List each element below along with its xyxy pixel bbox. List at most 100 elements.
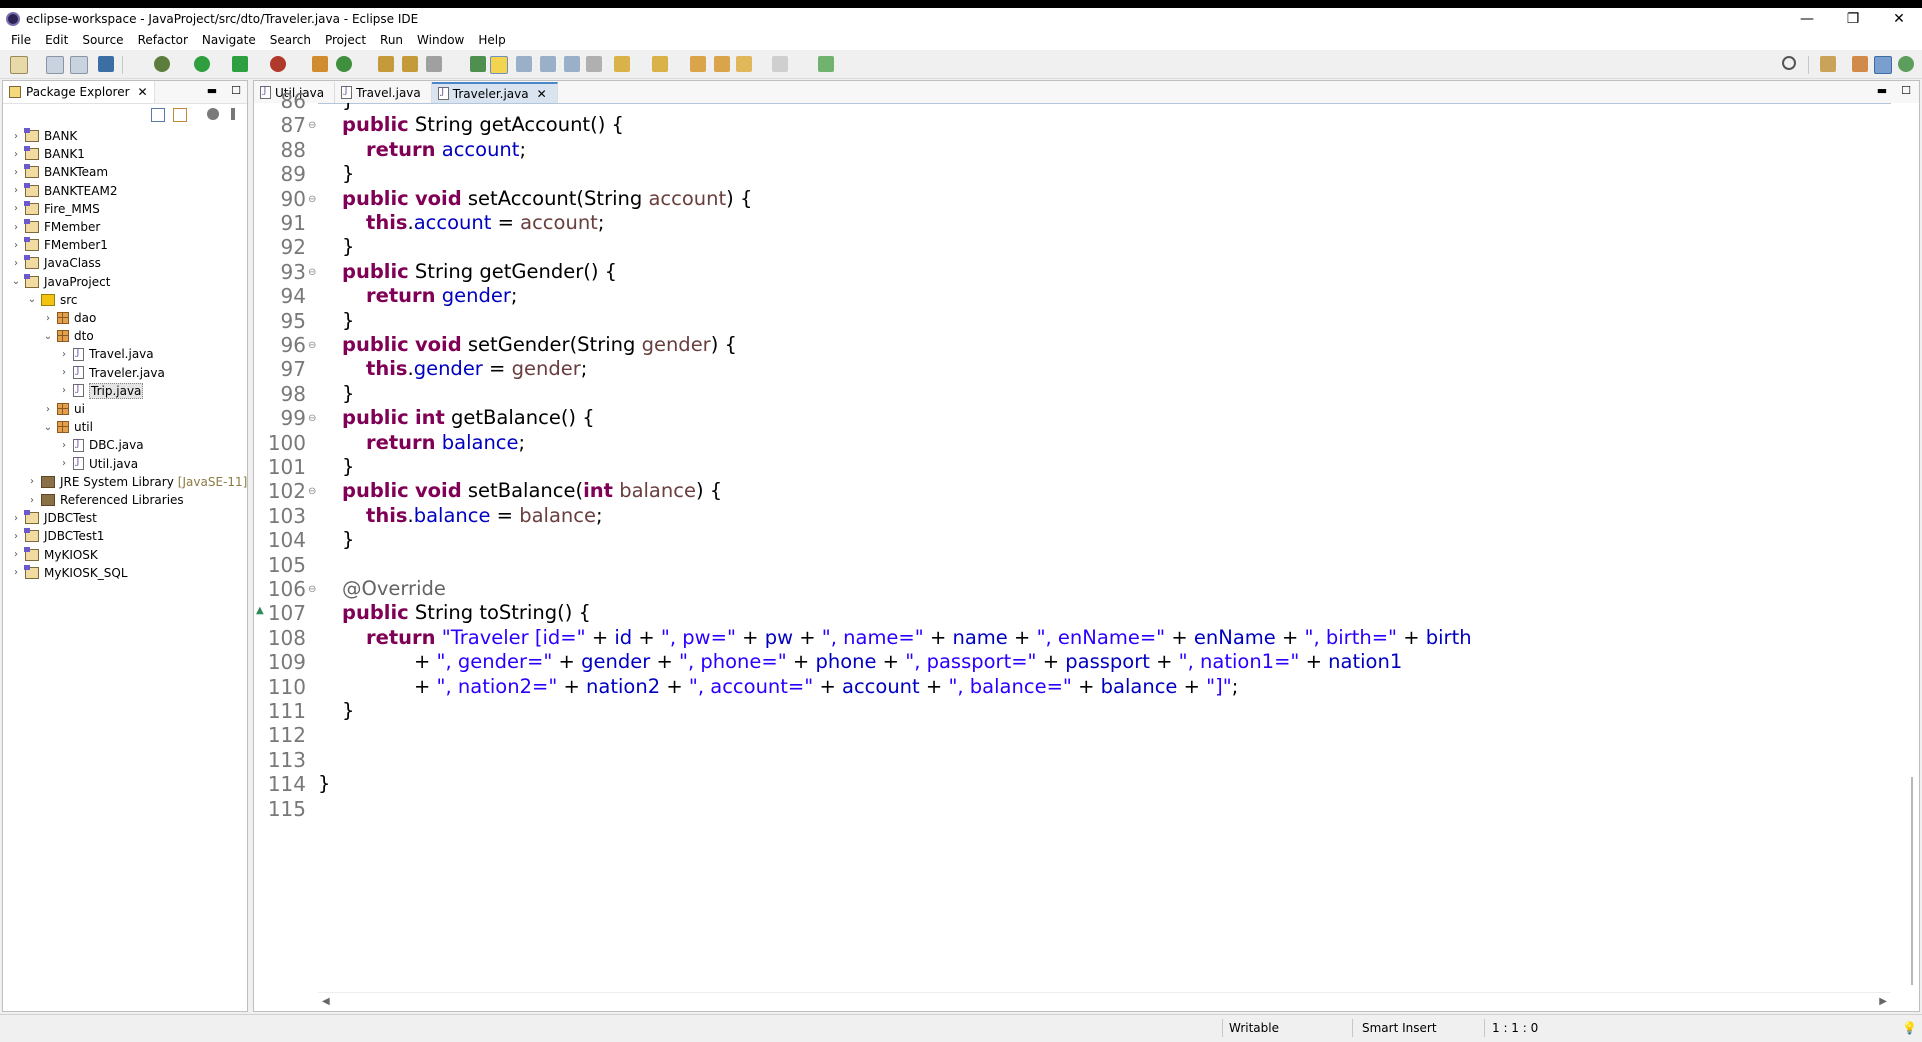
status-cursor-position[interactable]: 1 : 1 : 0 bbox=[1492, 1021, 1538, 1035]
fold-collapse-icon[interactable]: ⊖ bbox=[308, 584, 316, 595]
search-tool-icon[interactable] bbox=[426, 56, 442, 72]
collapse-all-icon[interactable] bbox=[151, 108, 165, 122]
editor-tab[interactable]: Travel.java bbox=[335, 82, 432, 103]
java-ee-perspective-icon[interactable] bbox=[1852, 56, 1868, 72]
tree-item[interactable]: › ui bbox=[43, 400, 85, 418]
close-icon[interactable]: ✕ bbox=[537, 87, 547, 101]
tree-item[interactable]: › FMember bbox=[11, 218, 100, 236]
tree-item[interactable]: ⌄ JavaProject bbox=[11, 273, 110, 291]
chevron-right-icon[interactable]: › bbox=[11, 549, 21, 560]
debug-icon[interactable] bbox=[154, 56, 170, 72]
minimize-view-icon[interactable]: ▬ bbox=[207, 84, 217, 97]
restore-button[interactable]: ❐ bbox=[1830, 8, 1876, 30]
chevron-right-icon[interactable]: › bbox=[59, 458, 69, 469]
chevron-down-icon[interactable]: ⌄ bbox=[43, 422, 53, 433]
chevron-right-icon[interactable]: › bbox=[59, 440, 69, 451]
minimize-editor-icon[interactable]: ▬ bbox=[1877, 84, 1887, 97]
maximize-editor-icon[interactable]: ☐ bbox=[1901, 84, 1911, 97]
tree-item[interactable]: › JavaClass bbox=[11, 254, 101, 272]
open-type-icon[interactable] bbox=[378, 56, 394, 72]
navigate-forward-icon[interactable] bbox=[772, 56, 788, 72]
tree-item[interactable]: ⌄ src bbox=[27, 291, 78, 309]
tree-item[interactable]: › BANKTEAM2 bbox=[11, 182, 117, 200]
menu-search[interactable]: Search bbox=[267, 33, 314, 47]
menu-refactor[interactable]: Refactor bbox=[135, 33, 191, 47]
tree-item[interactable]: › JRE System Library [JavaSE-11] bbox=[27, 473, 247, 491]
tree-item[interactable]: › MyKIOSK bbox=[11, 546, 98, 564]
new-java-class-icon[interactable] bbox=[336, 56, 352, 72]
link-with-editor-icon[interactable] bbox=[173, 108, 187, 122]
chevron-right-icon[interactable]: › bbox=[11, 513, 21, 524]
new-icon[interactable] bbox=[10, 56, 28, 74]
save-all-icon[interactable] bbox=[70, 56, 88, 74]
tree-item[interactable]: › BANKTeam bbox=[11, 163, 108, 181]
fold-collapse-icon[interactable]: ⊖ bbox=[308, 340, 316, 351]
maximize-view-icon[interactable]: ☐ bbox=[231, 84, 241, 97]
terminal-icon[interactable] bbox=[98, 56, 114, 72]
status-insert-mode[interactable]: Smart Insert bbox=[1362, 1021, 1437, 1035]
toggle-breadcrumb-icon[interactable] bbox=[470, 56, 486, 72]
horizontal-scrollbar[interactable]: ◀ ▶ bbox=[318, 992, 1891, 1011]
close-icon[interactable]: ✕ bbox=[138, 85, 148, 99]
menu-source[interactable]: Source bbox=[79, 33, 126, 47]
block-selection-icon[interactable] bbox=[516, 56, 532, 72]
last-edit-location-icon[interactable] bbox=[690, 56, 706, 72]
chevron-right-icon[interactable]: › bbox=[11, 167, 21, 178]
tree-item[interactable]: › dao bbox=[43, 309, 96, 327]
tree-item[interactable]: › BANK1 bbox=[11, 145, 85, 163]
chevron-right-icon[interactable]: › bbox=[43, 313, 53, 324]
chevron-right-icon[interactable]: › bbox=[11, 203, 21, 214]
back-icon[interactable] bbox=[714, 56, 730, 72]
menu-run[interactable]: Run bbox=[377, 33, 406, 47]
navigate-back-icon[interactable] bbox=[736, 56, 752, 72]
tree-item[interactable]: › JDBCTest bbox=[11, 509, 97, 527]
fold-collapse-icon[interactable]: ⊖ bbox=[308, 486, 316, 497]
view-menu-icon[interactable] bbox=[231, 108, 235, 120]
run-icon[interactable] bbox=[194, 56, 210, 72]
run-coverage-icon[interactable] bbox=[232, 56, 248, 72]
open-task-icon[interactable] bbox=[402, 56, 418, 72]
previous-annotation-icon[interactable] bbox=[652, 56, 668, 72]
tree-item[interactable]: › Util.java bbox=[59, 455, 138, 473]
chevron-right-icon[interactable]: › bbox=[11, 258, 21, 269]
chevron-right-icon[interactable]: › bbox=[27, 476, 37, 487]
tree-item[interactable]: ⌄ dto bbox=[43, 327, 94, 345]
word-wrap-icon[interactable] bbox=[564, 56, 580, 72]
minimize-button[interactable]: — bbox=[1784, 8, 1830, 30]
chevron-down-icon[interactable]: ⌄ bbox=[27, 294, 37, 305]
chevron-right-icon[interactable]: › bbox=[59, 385, 69, 396]
fold-collapse-icon[interactable]: ⊖ bbox=[308, 413, 316, 424]
code-text-area[interactable]: }public String getAccount() {return acco… bbox=[318, 103, 1891, 993]
focus-on-task-icon[interactable] bbox=[207, 108, 219, 120]
tree-item[interactable]: › FMember1 bbox=[11, 236, 108, 254]
tree-item[interactable]: › Referenced Libraries bbox=[27, 491, 184, 509]
pin-editor-icon[interactable] bbox=[818, 56, 834, 72]
chevron-right-icon[interactable]: › bbox=[11, 131, 21, 142]
tree-item[interactable]: › Fire_MMS bbox=[11, 200, 100, 218]
tree-item[interactable]: › MyKIOSK_SQL bbox=[11, 564, 128, 582]
fold-collapse-icon[interactable]: ⊖ bbox=[308, 194, 316, 205]
vertical-scroll-thumb[interactable] bbox=[1911, 777, 1913, 985]
next-annotation-icon[interactable] bbox=[614, 56, 630, 72]
tree-item[interactable]: › BANK bbox=[11, 127, 77, 145]
fold-collapse-icon[interactable]: ⊖ bbox=[308, 120, 316, 131]
vertical-scrollbar[interactable] bbox=[1891, 103, 1919, 993]
chevron-right-icon[interactable]: › bbox=[27, 495, 37, 506]
chevron-right-icon[interactable]: › bbox=[11, 240, 21, 251]
tree-item[interactable]: ⌄ util bbox=[43, 418, 93, 436]
menu-file[interactable]: File bbox=[8, 33, 34, 47]
mark-occurrences-icon[interactable] bbox=[490, 56, 508, 74]
override-marker-icon[interactable]: ▲ bbox=[256, 605, 264, 616]
menu-project[interactable]: Project bbox=[322, 33, 369, 47]
tree-item[interactable]: › Traveler.java bbox=[59, 364, 165, 382]
chevron-right-icon[interactable]: › bbox=[43, 404, 53, 415]
search-icon[interactable] bbox=[1782, 56, 1796, 70]
tree-item[interactable]: › JDBCTest1 bbox=[11, 527, 104, 545]
scroll-right-icon[interactable]: ▶ bbox=[1879, 996, 1887, 1007]
editor-tab[interactable]: Traveler.java ✕ bbox=[431, 82, 558, 103]
save-icon[interactable] bbox=[46, 56, 64, 74]
close-window-button[interactable]: ✕ bbox=[1876, 8, 1922, 30]
chevron-down-icon[interactable]: ⌄ bbox=[11, 276, 21, 287]
java-perspective-icon[interactable] bbox=[1874, 56, 1892, 74]
package-explorer-tab[interactable]: Package Explorer ✕ bbox=[3, 81, 155, 103]
